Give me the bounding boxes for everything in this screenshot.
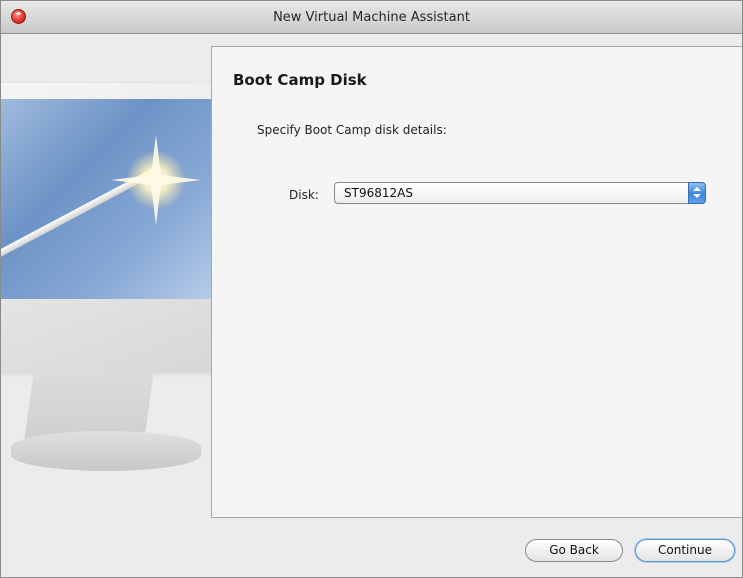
sparkle-icon — [111, 135, 201, 225]
disk-label: Disk: — [289, 188, 319, 202]
monitor-base — [11, 431, 201, 471]
assistant-window: New Virtual Machine Assistant Boot Camp … — [0, 0, 743, 578]
disk-selected-value: ST96812AS — [344, 186, 413, 200]
page-title: Boot Camp Disk — [233, 71, 367, 89]
content-panel: Boot Camp Disk Specify Boot Camp disk de… — [211, 46, 742, 518]
window-title: New Virtual Machine Assistant — [273, 10, 470, 25]
title-bar: New Virtual Machine Assistant — [1, 1, 742, 34]
go-back-button[interactable]: Go Back — [525, 539, 623, 562]
instruction-text: Specify Boot Camp disk details: — [257, 123, 447, 137]
popup-arrows-icon[interactable] — [688, 182, 706, 204]
continue-button[interactable]: Continue — [635, 539, 735, 562]
disk-select[interactable]: ST96812AS — [334, 182, 706, 204]
